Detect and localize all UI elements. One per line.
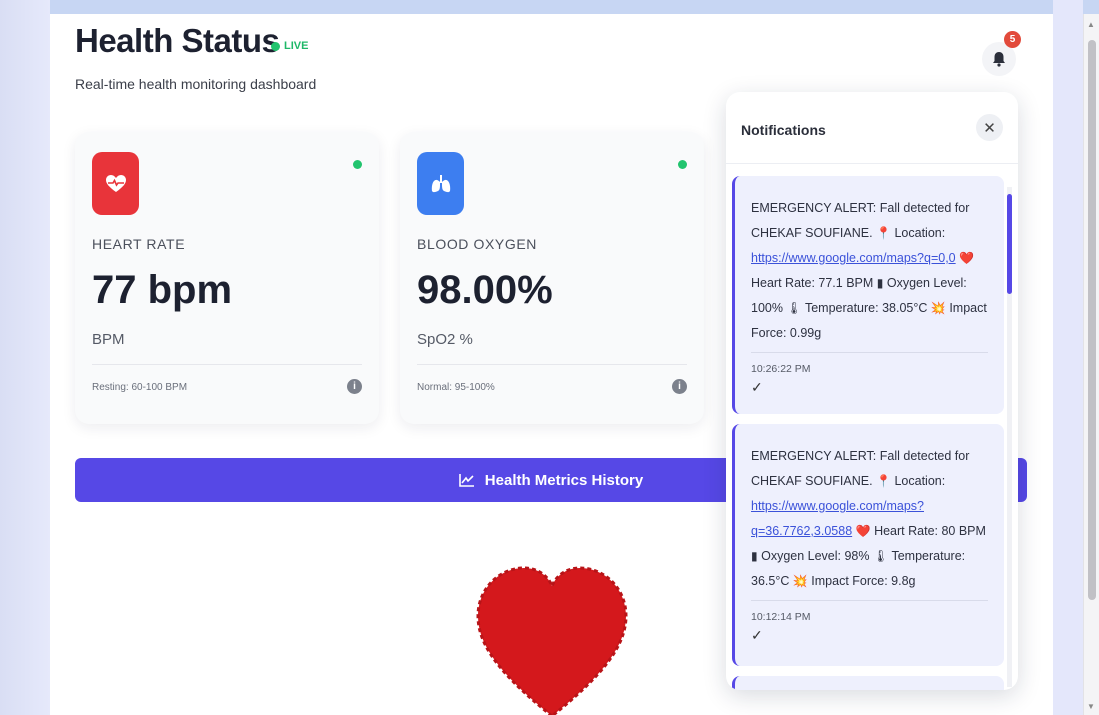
dashboard-page: Health Status LIVE Real-time health moni…	[50, 14, 1053, 715]
trend-icon	[458, 474, 474, 487]
blood-oxygen-icon-box	[417, 152, 464, 215]
notification-item[interactable]: EMERGENCY ALERT: Fall detected for CHEKA…	[732, 424, 1004, 666]
scroll-down-icon[interactable]: ▼	[1087, 702, 1095, 711]
heart-icon: ❤️	[855, 524, 871, 538]
blood-oxygen-unit: SpO2 %	[417, 331, 473, 348]
impact-text: Impact Force: 9.8g	[811, 574, 916, 588]
notification-item[interactable]	[732, 676, 1004, 690]
bar-icon: ▮	[876, 276, 884, 290]
thermometer-icon: 🌡	[786, 301, 802, 315]
notification-time: 10:26:22 PM	[751, 363, 811, 375]
card-divider	[92, 364, 362, 365]
collision-icon: 💥	[930, 301, 946, 315]
location-link[interactable]: https://www.google.com/maps?q=0,0	[751, 251, 956, 265]
live-indicator: LIVE	[271, 40, 308, 52]
right-gutter	[1053, 0, 1083, 715]
scroll-up-icon[interactable]: ▲	[1087, 20, 1095, 29]
pin-icon: 📍	[876, 474, 891, 488]
page-title: Health Status	[75, 22, 280, 59]
live-label: LIVE	[284, 40, 309, 52]
heart-illustration-icon	[476, 566, 628, 715]
pin-icon: 📍	[876, 226, 891, 240]
page-subtitle: Real-time health monitoring dashboard	[75, 76, 317, 92]
live-dot-icon	[271, 41, 280, 51]
heart-rate-text: Heart Rate: 77.1 BPM	[751, 276, 874, 290]
info-icon[interactable]: i	[347, 379, 362, 394]
notification-item[interactable]: EMERGENCY ALERT: Fall detected for CHEKA…	[732, 176, 1004, 414]
notification-count-badge: 5	[1004, 31, 1021, 48]
heart-rate-label: HEART RATE	[92, 236, 186, 252]
page-scrollbar-thumb[interactable]	[1088, 40, 1096, 600]
heart-rate-range: Resting: 60-100 BPM	[92, 382, 188, 393]
heart-rate-text: Heart Rate: 80 BPM	[874, 524, 986, 538]
bell-icon	[993, 52, 1005, 67]
window-top-strip	[0, 0, 1099, 14]
page-scrollbar[interactable]: ▲ ▼	[1083, 14, 1099, 715]
heart-rate-card: HEART RATE 77 bpm BPM Resting: 60-100 BP…	[75, 132, 379, 424]
blood-oxygen-value: 98.00%	[417, 268, 553, 312]
notification-time: 10:12:14 PM	[751, 611, 811, 623]
blood-oxygen-status-dot	[678, 160, 687, 169]
heart-rate-status-dot	[353, 160, 362, 169]
blood-oxygen-card: BLOOD OXYGEN 98.00% SpO2 % Normal: 95-10…	[400, 132, 704, 424]
collision-icon: 💥	[792, 574, 808, 588]
thermometer-icon: 🌡	[872, 549, 889, 563]
heart-rate-unit: BPM	[92, 331, 125, 348]
blood-oxygen-label: BLOOD OXYGEN	[417, 236, 538, 252]
notifications-header: Notifications ✕	[726, 92, 1018, 164]
card-divider	[417, 364, 687, 365]
heart-rate-icon-box	[92, 152, 139, 215]
notifications-scrollbar-thumb[interactable]	[1007, 194, 1012, 294]
heart-icon: ❤️	[959, 251, 975, 265]
notification-text: EMERGENCY ALERT: Fall detected for CHEKA…	[751, 444, 988, 594]
lungs-icon	[431, 174, 450, 192]
info-icon[interactable]: i	[672, 379, 687, 394]
notifications-panel: Notifications ✕ EMERGENCY ALERT: Fall de…	[726, 92, 1018, 690]
heart-rate-value: 77 bpm	[92, 268, 233, 312]
history-button-label: Health Metrics History	[484, 471, 644, 489]
check-icon[interactable]: ✓	[751, 379, 988, 396]
temperature-text: Temperature: 38.05°C	[804, 301, 928, 315]
bar-icon: ▮	[751, 549, 758, 563]
close-icon[interactable]: ✕	[976, 114, 1003, 141]
notifications-title: Notifications	[741, 122, 826, 138]
location-label: Location:	[894, 226, 946, 240]
notification-divider	[751, 352, 988, 353]
blood-oxygen-range: Normal: 95-100%	[417, 382, 495, 393]
left-gutter	[0, 0, 50, 715]
notification-divider	[751, 600, 988, 601]
notification-text: EMERGENCY ALERT: Fall detected for CHEKA…	[751, 196, 988, 346]
oxygen-text: Oxygen Level: 98%	[761, 549, 870, 563]
location-label: Location:	[894, 474, 946, 488]
heart-pulse-icon	[105, 174, 126, 192]
check-icon[interactable]: ✓	[751, 627, 988, 644]
